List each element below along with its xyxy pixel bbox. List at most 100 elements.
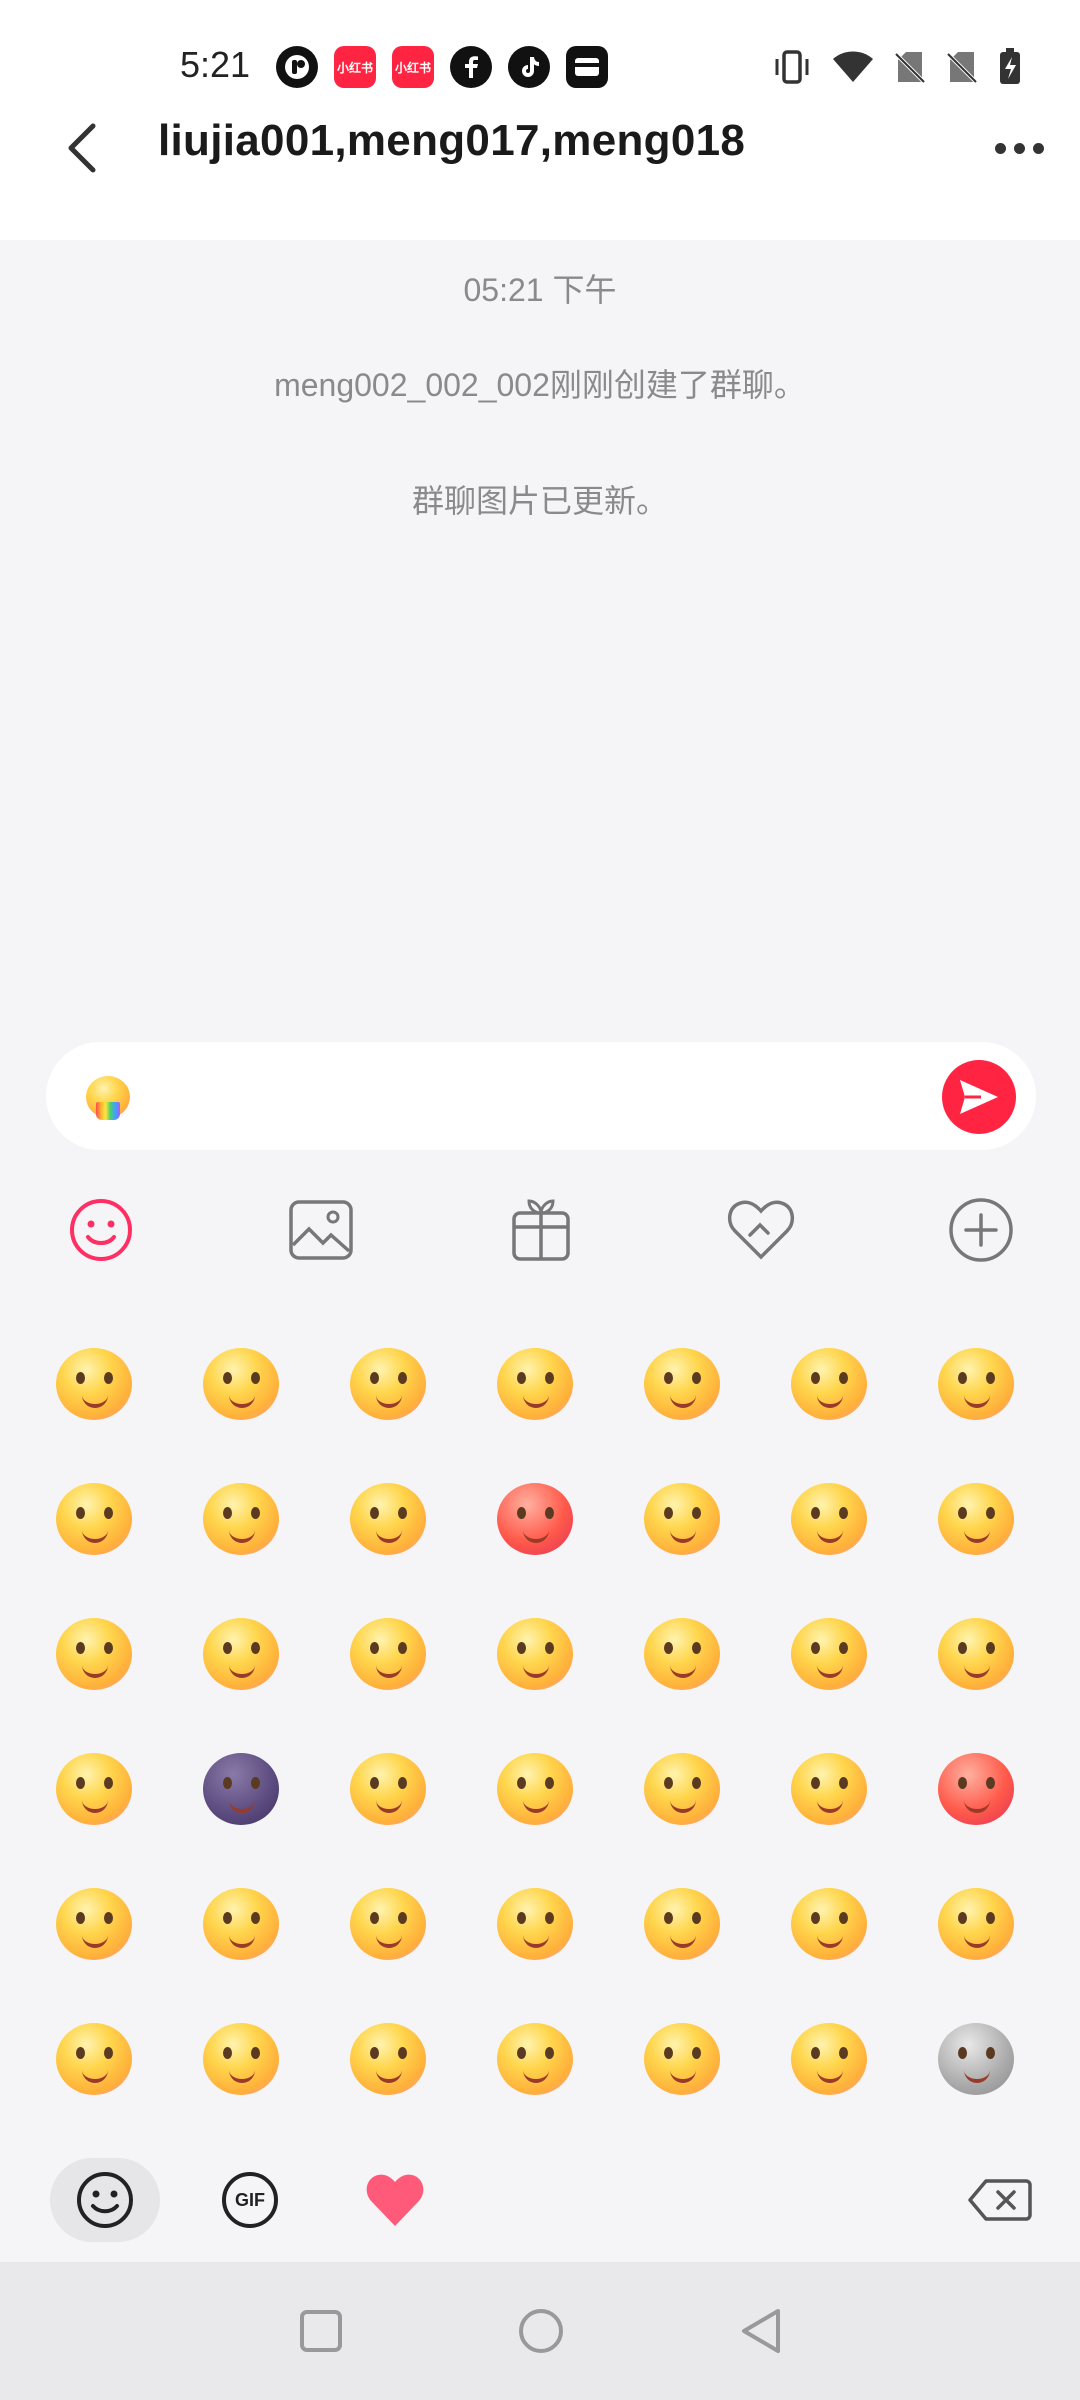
emoji-eye <box>692 1507 701 1519</box>
system-nav-bar <box>0 2262 1080 2400</box>
frown-emoji[interactable] <box>197 2015 287 2105</box>
dark-face-emoji[interactable] <box>197 1745 287 1835</box>
sigh-emoji[interactable] <box>197 1610 287 1700</box>
xiaohongshu-icon: 小红书 <box>334 46 376 88</box>
rofl-emoji[interactable] <box>638 1880 728 1970</box>
emoji-eye <box>398 1912 407 1924</box>
home-button[interactable] <box>506 2296 576 2366</box>
message-list[interactable]: 05:21 下午 meng002_002_002刚刚创建了群聊。 群聊图片已更新… <box>0 240 1080 1040</box>
emoji-eye <box>517 1507 526 1519</box>
triangle-back-icon <box>742 2309 780 2353</box>
gif-tab[interactable]: GIF <box>195 2158 305 2242</box>
fist-emoji[interactable] <box>785 1610 875 1700</box>
more-options-button[interactable] <box>984 118 1054 178</box>
emoji-eye <box>517 1777 526 1789</box>
chat-header: liujia001,meng017,meng018 <box>0 100 1080 240</box>
emoji-button[interactable] <box>61 1190 141 1270</box>
emoji-eye <box>517 1912 526 1924</box>
worried-emoji[interactable] <box>491 2015 581 2105</box>
star-hit-emoji[interactable] <box>932 1610 1022 1700</box>
nerd-cry-emoji[interactable] <box>50 1610 140 1700</box>
dizzy-emoji[interactable] <box>50 1880 140 1970</box>
heart-button[interactable] <box>721 1190 801 1270</box>
recents-button[interactable] <box>286 2296 356 2366</box>
heart-tab[interactable] <box>340 2158 450 2242</box>
smug-emoji[interactable] <box>785 2015 875 2105</box>
message-input[interactable] <box>46 1042 1036 1150</box>
no-sim-icon <box>894 52 926 84</box>
emoji-face <box>938 1618 1014 1690</box>
tape-mouth-emoji[interactable] <box>785 1880 875 1970</box>
angry-emoji[interactable] <box>491 1475 581 1565</box>
smile-emoji[interactable] <box>50 1340 140 1430</box>
backspace-button[interactable] <box>945 2158 1055 2242</box>
emoji-eye <box>398 1777 407 1789</box>
gift-button[interactable] <box>501 1190 581 1270</box>
tears-emoji[interactable] <box>638 2015 728 2105</box>
emoji-eye <box>76 1372 85 1384</box>
emoji-eye <box>517 1372 526 1384</box>
shocked-emoji[interactable] <box>932 1340 1022 1430</box>
laugh-tears-emoji[interactable] <box>932 1475 1022 1565</box>
love-emoji[interactable] <box>491 1880 581 1970</box>
grey-sad-emoji[interactable] <box>932 2015 1022 2105</box>
cheeky-emoji[interactable] <box>344 1340 434 1430</box>
emoji-eye <box>664 1912 673 1924</box>
cheeky-left-emoji[interactable] <box>50 2015 140 2105</box>
emoji-face <box>203 2023 279 2095</box>
happy-hands-emoji[interactable] <box>344 1610 434 1700</box>
emoji-eye <box>517 2047 526 2059</box>
emoji-face <box>350 1753 426 1825</box>
cover-face-emoji[interactable] <box>638 1610 728 1700</box>
fire-angry-emoji[interactable] <box>932 1745 1022 1835</box>
emoji-eye <box>958 1372 967 1384</box>
crying-emoji[interactable] <box>344 1880 434 1970</box>
giggle-emoji[interactable] <box>638 1745 728 1835</box>
calm-emoji[interactable] <box>344 2015 434 2105</box>
emoji-face <box>644 1753 720 1825</box>
facepalm-cry-emoji[interactable] <box>197 1475 287 1565</box>
shush-emoji[interactable] <box>491 1745 581 1835</box>
image-button[interactable] <box>281 1190 361 1270</box>
scream-emoji[interactable] <box>491 1610 581 1700</box>
emoji-eye <box>370 1912 379 1924</box>
emoji-face <box>791 1348 867 1420</box>
back-nav-button[interactable] <box>726 2296 796 2366</box>
emoji-eye <box>76 1777 85 1789</box>
egg-head-emoji[interactable] <box>344 1745 434 1835</box>
confused-emoji[interactable] <box>638 1475 728 1565</box>
pleading-emoji[interactable] <box>785 1340 875 1430</box>
pray-emoji[interactable] <box>50 1745 140 1835</box>
emoji-face <box>203 1348 279 1420</box>
rainbow-cry-emoji[interactable] <box>50 1475 140 1565</box>
emoji-eye <box>223 1777 232 1789</box>
emoji-eye <box>664 2047 673 2059</box>
kiss-emoji[interactable] <box>197 1880 287 1970</box>
wink-emoji[interactable] <box>932 1880 1022 1970</box>
emoji-grid <box>0 1340 1080 2100</box>
smirk-emoji[interactable] <box>491 1340 581 1430</box>
grin-emoji[interactable] <box>197 1340 287 1430</box>
emoji-eye <box>958 1912 967 1924</box>
emoji-face <box>56 1753 132 1825</box>
eye-roll-emoji[interactable] <box>785 1475 875 1565</box>
emoji-eye <box>664 1777 673 1789</box>
vomit-emoji[interactable] <box>785 1745 875 1835</box>
plus-button[interactable] <box>941 1190 1021 1270</box>
no-sim-icon <box>946 52 978 84</box>
slipper-hit-emoji[interactable] <box>638 1340 728 1430</box>
emoji-tab[interactable] <box>50 2158 160 2242</box>
facebook-icon <box>450 46 492 88</box>
chat-title: liujia001,meng017,meng018 <box>158 116 746 165</box>
emoji-eye <box>370 1777 379 1789</box>
emoji-eye <box>104 1912 113 1924</box>
emoji-eye <box>811 1372 820 1384</box>
back-button[interactable] <box>52 108 112 188</box>
emoji-eye <box>986 1912 995 1924</box>
emoji-eye <box>223 1507 232 1519</box>
gift-icon <box>512 1199 570 1261</box>
wallet-icon <box>566 46 608 88</box>
back-arrow-icon <box>68 123 96 173</box>
sweat-laugh-emoji[interactable] <box>344 1475 434 1565</box>
send-button[interactable] <box>942 1060 1016 1134</box>
